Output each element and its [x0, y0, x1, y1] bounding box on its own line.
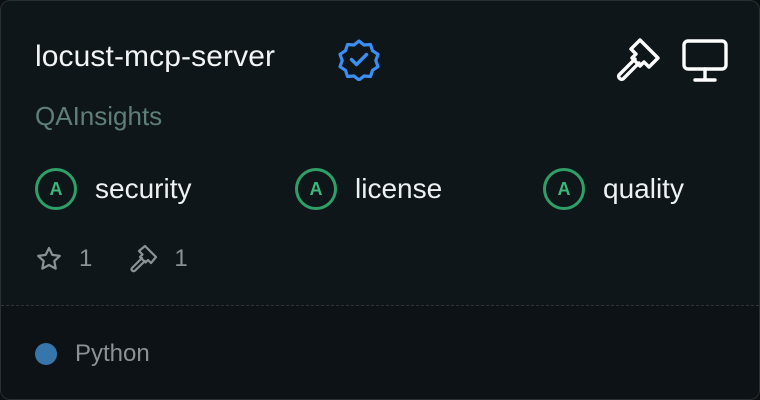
security-score: A security: [35, 166, 191, 212]
star-icon: [37, 246, 61, 270]
verified-badge-icon: [338, 39, 380, 81]
quality-grade-badge: A: [543, 168, 585, 210]
star-count: 1: [79, 245, 93, 272]
quality-score: A quality: [543, 166, 684, 212]
tools-icon: [617, 38, 660, 81]
security-label: security: [95, 173, 192, 204]
tools-count: 1: [174, 245, 188, 272]
server-owner[interactable]: QAInsights: [35, 99, 162, 133]
desktop-icon: [682, 39, 728, 82]
license-label: license: [355, 173, 443, 204]
server-title[interactable]: locust-mcp-server: [35, 37, 275, 77]
stats-row: 1 1: [35, 241, 188, 277]
server-card[interactable]: locust-mcp-server QAInsights A security …: [0, 0, 760, 400]
license-grade-badge: A: [295, 168, 337, 210]
quality-label: quality: [603, 173, 684, 204]
security-grade-badge: A: [35, 168, 77, 210]
language-label: Python: [75, 340, 150, 367]
tools-count-icon: [130, 244, 158, 273]
language-color-dot: [35, 343, 57, 365]
license-score: A license: [295, 166, 442, 212]
